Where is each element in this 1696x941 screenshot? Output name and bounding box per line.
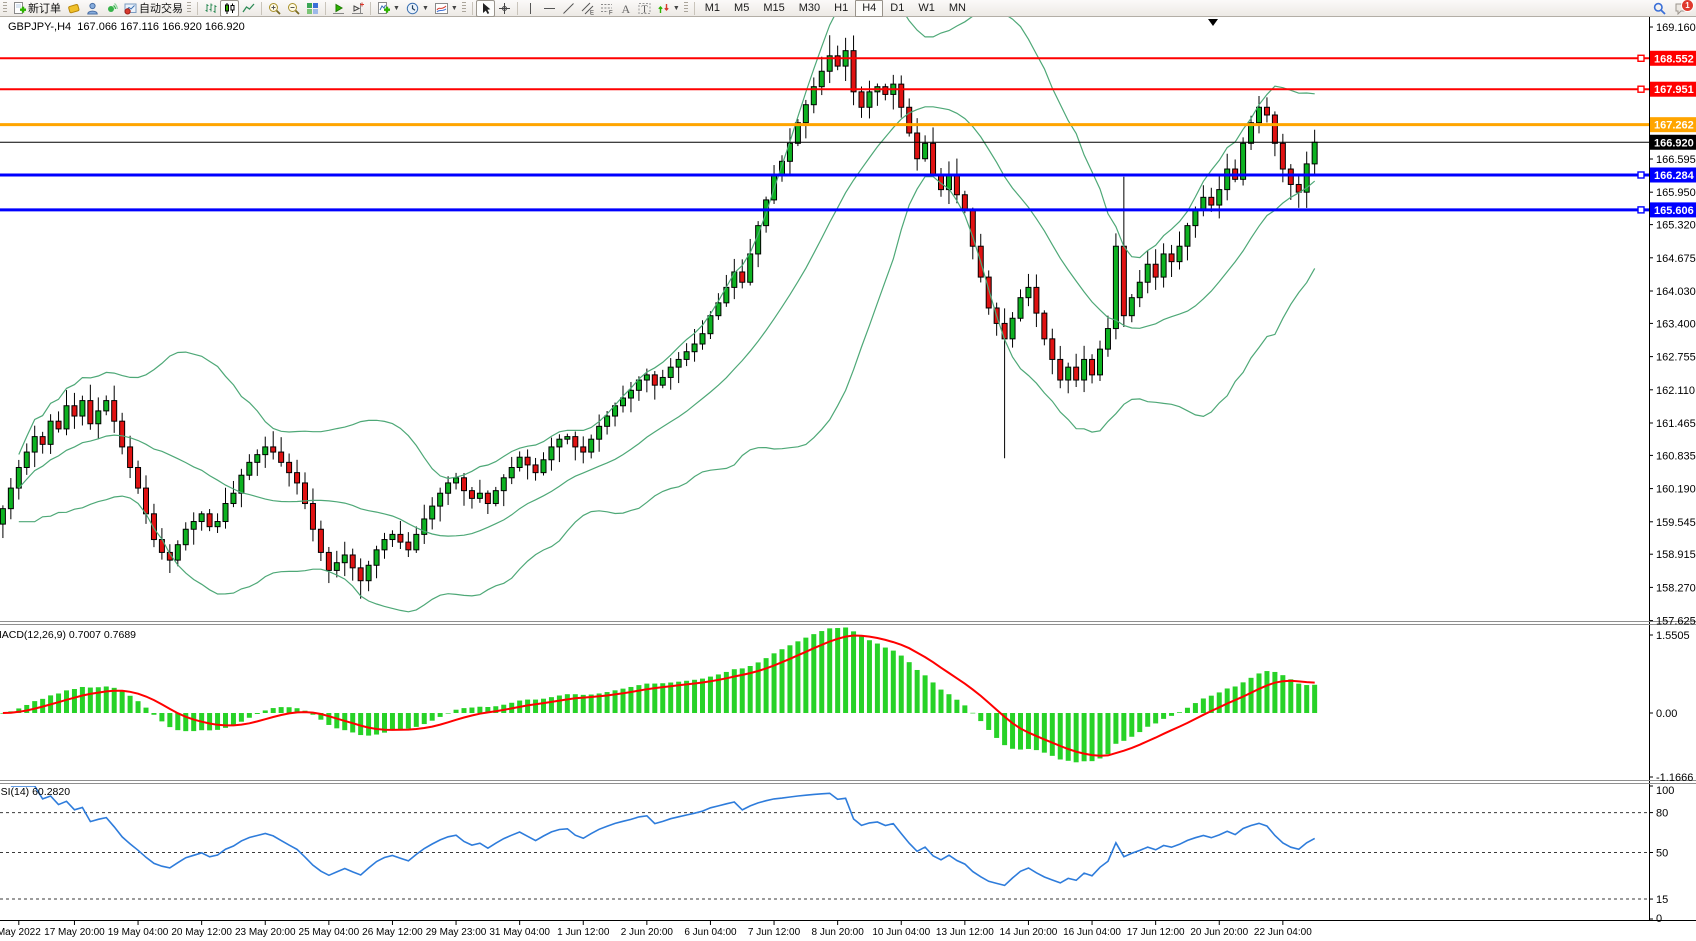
dropdown-caret-icon: ▼ xyxy=(673,5,680,12)
periods-button[interactable]: ▼ xyxy=(403,0,432,17)
channel-tool-button[interactable]: E xyxy=(578,0,597,17)
trendline-tool-button[interactable] xyxy=(559,0,578,17)
dropdown-caret-icon: ▼ xyxy=(422,5,429,12)
macd-label: MACD(12,26,9) 0.7007 0.7689 xyxy=(0,629,136,641)
chart-shift-button[interactable] xyxy=(348,0,367,17)
tile-windows-icon xyxy=(306,2,319,15)
indicators-icon xyxy=(377,2,390,15)
horizontal-line-tool-button[interactable] xyxy=(540,0,559,17)
date-axis[interactable] xyxy=(0,920,1696,941)
crosshair-tool-button[interactable] xyxy=(495,0,514,17)
timeframe-m30[interactable]: M30 xyxy=(792,0,827,17)
vertical-line-tool-button[interactable] xyxy=(521,0,540,17)
separator xyxy=(694,2,695,15)
metaeditor-button[interactable] xyxy=(64,0,83,17)
indicators-button[interactable]: ▼ xyxy=(374,0,403,17)
zoom-in-icon xyxy=(268,2,281,15)
panel-divider-rsi[interactable] xyxy=(0,779,1649,785)
auto-trading-label: 自动交易 xyxy=(139,0,183,16)
signals-icon xyxy=(105,2,118,15)
chart-window[interactable]: 169.160166.595165.950165.320164.675164.0… xyxy=(0,17,1696,941)
auto-trading-icon xyxy=(124,2,137,15)
zoom-out-icon xyxy=(287,2,300,15)
equidistant-channel-icon: E xyxy=(581,2,594,15)
cursor-tool-button[interactable] xyxy=(476,0,495,17)
rsi-label: RSI(14) 60.2820 xyxy=(0,786,70,798)
bar-chart-icon xyxy=(204,2,217,15)
fibonacci-tool-button[interactable]: F xyxy=(597,0,616,17)
text-label-tool-button[interactable]: T xyxy=(635,0,654,17)
line-chart-mode-button[interactable] xyxy=(239,0,258,17)
price-axis[interactable] xyxy=(1649,17,1696,920)
crosshair-icon xyxy=(498,2,511,15)
timeframe-h1[interactable]: H1 xyxy=(827,0,855,17)
chart-ohlc-header: GBPJPY-,H4 167.066 167.116 166.920 166.9… xyxy=(8,21,245,33)
toolbar-grip[interactable] xyxy=(684,2,688,14)
new-order-icon xyxy=(13,2,26,15)
separator xyxy=(517,2,518,15)
separator xyxy=(325,2,326,15)
auto-scroll-icon xyxy=(332,2,345,15)
profile-button[interactable] xyxy=(83,0,102,17)
text-icon: A xyxy=(619,2,632,15)
notifications-button[interactable]: 1 xyxy=(1674,2,1689,15)
zoom-in-button[interactable] xyxy=(265,0,284,17)
timeframe-d1[interactable]: D1 xyxy=(883,0,911,17)
timeframe-mn[interactable]: MN xyxy=(942,0,973,17)
metaeditor-icon xyxy=(67,2,80,15)
zoom-out-button[interactable] xyxy=(284,0,303,17)
notification-badge: 1 xyxy=(1681,0,1694,12)
toolbar-grip[interactable] xyxy=(3,2,7,14)
clock-icon xyxy=(406,2,419,15)
arrows-tool-button[interactable]: ▼ xyxy=(654,0,683,17)
trendline-icon xyxy=(562,2,575,15)
line-chart-icon xyxy=(242,2,255,15)
auto-scroll-button[interactable] xyxy=(329,0,348,17)
separator xyxy=(370,2,371,15)
candlestick-mode-button[interactable] xyxy=(220,0,239,17)
auto-trading-button[interactable]: 自动交易 xyxy=(121,0,186,17)
arrows-icon xyxy=(657,2,670,15)
svg-text:T: T xyxy=(641,4,647,15)
tile-windows-button[interactable] xyxy=(303,0,322,17)
dropdown-caret-icon: ▼ xyxy=(451,5,458,12)
svg-text:A: A xyxy=(621,2,630,15)
candlestick-icon xyxy=(223,2,236,15)
panel-divider-macd[interactable] xyxy=(0,620,1649,626)
dropdown-caret-icon: ▼ xyxy=(393,5,400,12)
svg-text:F: F xyxy=(609,10,613,15)
text-label-icon: T xyxy=(638,2,651,15)
separator xyxy=(197,2,198,15)
toolbar-right-group: 1 xyxy=(1653,2,1689,15)
timeframe-m5[interactable]: M5 xyxy=(727,0,756,17)
vertical-line-icon xyxy=(524,2,537,15)
separator xyxy=(261,2,262,15)
timeframe-m1[interactable]: M1 xyxy=(698,0,727,17)
toolbar-grip[interactable] xyxy=(462,2,466,14)
templates-icon xyxy=(435,2,448,15)
chart-shift-icon xyxy=(351,2,364,15)
chart-canvas[interactable]: 169.160166.595165.950165.320164.675164.0… xyxy=(0,0,1696,941)
timeframe-m15[interactable]: M15 xyxy=(756,0,791,17)
text-tool-button[interactable]: A xyxy=(616,0,635,17)
search-icon[interactable] xyxy=(1653,2,1666,15)
cursor-icon xyxy=(479,2,492,15)
toolbar-grip[interactable] xyxy=(187,2,191,14)
main-toolbar: 新订单 自动交易 xyxy=(0,0,1696,17)
templates-button[interactable]: ▼ xyxy=(432,0,461,17)
timeframe-w1[interactable]: W1 xyxy=(911,0,942,17)
timeframe-h4[interactable]: H4 xyxy=(855,0,883,17)
signals-button[interactable] xyxy=(102,0,121,17)
svg-text:E: E xyxy=(590,10,594,15)
horizontal-line-icon xyxy=(543,2,556,15)
fibonacci-icon: F xyxy=(600,2,613,15)
separator xyxy=(472,2,473,15)
user-profile-icon xyxy=(86,2,99,15)
new-order-label: 新订单 xyxy=(28,0,61,16)
bar-chart-mode-button[interactable] xyxy=(201,0,220,17)
new-order-button[interactable]: 新订单 xyxy=(10,0,64,17)
